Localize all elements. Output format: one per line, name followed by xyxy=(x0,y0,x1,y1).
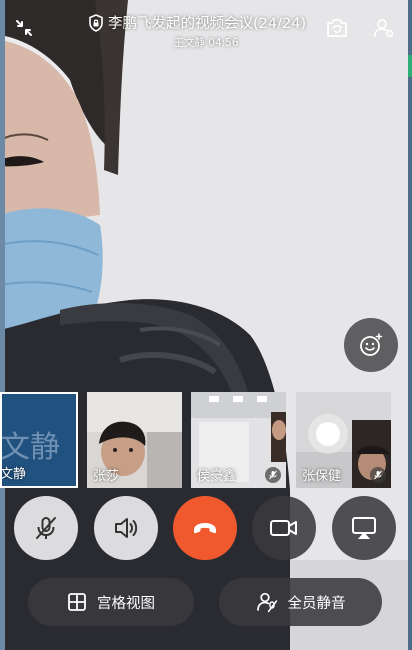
participant-muted-badge xyxy=(370,467,386,483)
hang-up-button[interactable] xyxy=(173,496,237,560)
mute-all-icon xyxy=(256,592,277,613)
mic-off-icon xyxy=(269,470,277,480)
top-bar: 李鹏飞发起的视频会议(24/24) 王文静 04:56 xyxy=(0,0,412,56)
participant-name: 文静 xyxy=(0,467,27,482)
mic-off-icon xyxy=(374,470,382,480)
shield-lock-icon xyxy=(89,13,103,32)
screen-share-button[interactable] xyxy=(332,496,396,560)
mute-all-label: 全员静音 xyxy=(287,595,346,612)
participant-name: 张保健 xyxy=(302,469,342,484)
participants-button[interactable] xyxy=(370,14,398,42)
switch-camera-button[interactable] xyxy=(323,14,351,42)
window-edge-accent xyxy=(408,55,412,77)
speaker-toggle-button[interactable] xyxy=(94,496,158,560)
switch-camera-icon xyxy=(327,19,347,37)
microphone-toggle-button[interactable] xyxy=(14,496,78,560)
window-edge-right xyxy=(408,0,412,650)
reaction-button[interactable] xyxy=(344,318,398,372)
participant-tile-active[interactable]: 文静 文静 xyxy=(0,392,78,488)
mic-off-icon xyxy=(36,517,56,539)
participant-tile[interactable]: 侯豪鑫 xyxy=(191,392,286,488)
person-settings-icon xyxy=(374,19,394,38)
screen-share-icon xyxy=(352,517,376,539)
participant-muted-badge xyxy=(265,467,281,483)
participant-tile[interactable]: 张保健 xyxy=(296,392,391,488)
window-edge-left xyxy=(0,0,5,650)
smiley-add-icon xyxy=(360,333,383,356)
speaker-icon xyxy=(115,518,138,538)
participant-name: 侯豪鑫 xyxy=(197,469,237,484)
meeting-title: 李鹏飞发起的视频会议(24/24) xyxy=(88,12,324,33)
grid-view-label: 宫格视图 xyxy=(97,595,155,612)
camera-toggle-button[interactable] xyxy=(252,496,316,560)
meeting-title-text: 李鹏飞发起的视频会议(24/24) xyxy=(108,16,307,32)
participant-strip: 文静 文静 张莎 侯豪鑫 张保健 xyxy=(0,392,412,488)
hang-up-phone-icon xyxy=(194,523,216,534)
participant-tile[interactable]: 张莎 xyxy=(87,392,182,488)
participant-avatar-text: 文静 xyxy=(0,430,60,465)
participant-name: 张莎 xyxy=(93,469,120,484)
grid-view-button[interactable]: 宫格视图 xyxy=(28,578,194,626)
grid-icon xyxy=(68,593,86,611)
video-camera-icon xyxy=(270,520,297,536)
mute-all-button[interactable]: 全员静音 xyxy=(219,578,382,626)
